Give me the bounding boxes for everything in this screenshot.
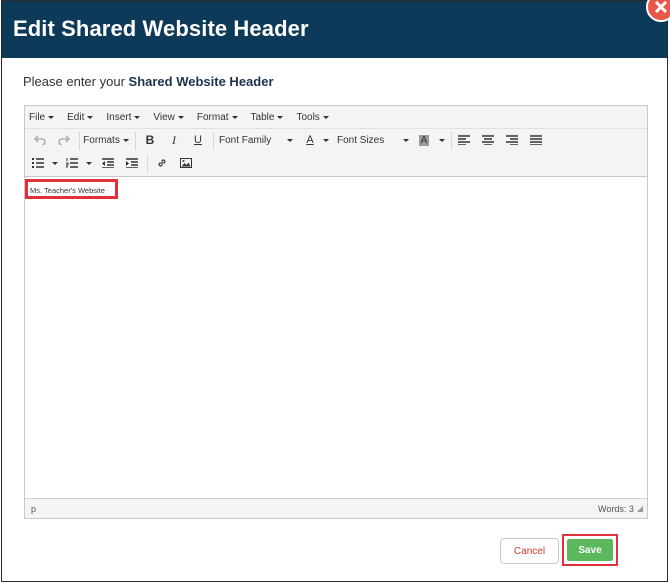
prompt-text: Please enter your Shared Website Header: [23, 74, 274, 89]
chevron-down-icon: [438, 138, 445, 142]
indent-icon: [126, 158, 138, 168]
font-family-label: Font Family: [219, 134, 272, 146]
resize-grip-icon[interactable]: ◢: [637, 504, 643, 513]
image-icon: [180, 158, 192, 168]
font-sizes-dropdown[interactable]: Font Sizes: [337, 130, 405, 150]
close-icon: [654, 0, 668, 14]
formats-label: Formats: [83, 134, 120, 146]
prompt-prefix: Please enter your: [23, 74, 125, 89]
chevron-down-icon: [51, 161, 58, 165]
outdent-button[interactable]: [97, 153, 119, 173]
font-color-caret[interactable]: [317, 130, 331, 150]
redo-button[interactable]: [53, 130, 75, 150]
align-left-button[interactable]: [453, 130, 475, 150]
align-center-button[interactable]: [477, 130, 499, 150]
menu-insert[interactable]: Insert: [106, 111, 141, 123]
align-justify-icon: [530, 135, 542, 145]
outdent-icon: [102, 158, 114, 168]
align-center-icon: [482, 135, 494, 145]
toolbar-separator: [213, 132, 214, 150]
align-left-icon: [458, 135, 470, 145]
menu-insert-label: Insert: [106, 111, 132, 123]
menu-format[interactable]: Format: [197, 112, 238, 123]
align-justify-button[interactable]: [525, 130, 547, 150]
chevron-down-icon: [231, 115, 238, 119]
underline-button[interactable]: U: [187, 130, 209, 150]
chevron-down-icon: [277, 115, 284, 119]
bullet-list-icon: [32, 158, 44, 168]
word-count-label: Words: 3: [597, 503, 634, 514]
image-button[interactable]: [175, 153, 197, 173]
element-path[interactable]: p: [31, 504, 36, 514]
menu-file-label: File: [29, 111, 46, 123]
indent-button[interactable]: [121, 153, 143, 173]
numbered-list-caret[interactable]: [81, 153, 93, 173]
edit-header-modal: Edit Shared Website Header Please enter …: [1, 0, 668, 582]
header-text[interactable]: Ms. Teacher's Website: [30, 186, 105, 195]
redo-icon: [58, 135, 70, 145]
align-right-button[interactable]: [501, 130, 523, 150]
bg-color-caret[interactable]: [433, 130, 447, 150]
bg-color-label: A: [418, 134, 430, 146]
bold-button[interactable]: B: [139, 130, 161, 150]
bg-color-button[interactable]: A: [415, 130, 433, 150]
toolbar-separator: [135, 132, 136, 150]
menu-tools[interactable]: Tools: [296, 111, 329, 123]
toolbar-separator: [79, 132, 80, 150]
bullet-list-button[interactable]: [29, 153, 47, 173]
chevron-down-icon: [322, 138, 329, 142]
editor-menubar: File Edit Insert View Format Table Tools: [25, 106, 647, 129]
toolbar-separator: [451, 132, 452, 150]
align-right-icon: [506, 135, 518, 145]
menu-edit[interactable]: Edit: [67, 111, 94, 123]
menu-format-label: Format: [196, 111, 229, 123]
toolbar-row-1: Formats B I U Font Family A Font Sizes A: [25, 130, 647, 154]
italic-button[interactable]: I: [163, 130, 185, 150]
menu-tools-label: Tools: [296, 111, 320, 123]
menu-edit-label: Edit: [67, 111, 85, 123]
font-family-caret[interactable]: [281, 130, 295, 150]
chevron-down-icon: [286, 138, 293, 142]
link-icon: [158, 159, 166, 167]
toolbar-separator: [147, 155, 148, 173]
word-count: Words: 3 ◢: [598, 504, 643, 514]
font-sizes-caret[interactable]: [397, 130, 411, 150]
chevron-down-icon: [85, 161, 92, 165]
formats-dropdown[interactable]: Formats: [83, 130, 129, 150]
chevron-down-icon: [134, 115, 141, 119]
rich-text-editor: File Edit Insert View Format Table Tools…: [24, 105, 648, 519]
link-button[interactable]: [151, 153, 173, 173]
editor-content-area[interactable]: Ms. Teacher's Website: [25, 178, 647, 496]
chevron-down-icon: [402, 138, 409, 142]
menu-table-label: Table: [250, 111, 275, 123]
modal-header: Edit Shared Website Header: [2, 1, 667, 58]
numbered-list-icon: [66, 158, 78, 168]
save-highlight-annotation: Save: [562, 534, 618, 566]
undo-icon: [34, 135, 46, 145]
chevron-down-icon: [48, 115, 55, 119]
chevron-down-icon: [122, 138, 129, 142]
editor-toolbar: Formats B I U Font Family A Font Sizes A: [25, 129, 647, 177]
menu-table[interactable]: Table: [251, 112, 284, 123]
menu-file[interactable]: File: [29, 111, 55, 123]
prompt-bold: Shared Website Header: [128, 74, 274, 89]
cancel-button[interactable]: Cancel: [500, 538, 559, 564]
menu-view-label: View: [153, 111, 175, 123]
undo-button[interactable]: [29, 130, 51, 150]
editor-statusbar: p Words: 3 ◢: [25, 498, 647, 518]
toolbar-row-2: [25, 153, 647, 177]
save-button[interactable]: Save: [567, 539, 613, 561]
chevron-down-icon: [322, 115, 329, 119]
modal-title: Edit Shared Website Header: [13, 16, 309, 41]
chevron-down-icon: [87, 115, 94, 119]
menu-view[interactable]: View: [153, 112, 184, 123]
chevron-down-icon: [177, 115, 184, 119]
bullet-list-caret[interactable]: [47, 153, 59, 173]
numbered-list-button[interactable]: [63, 153, 81, 173]
font-sizes-label: Font Sizes: [337, 134, 385, 146]
